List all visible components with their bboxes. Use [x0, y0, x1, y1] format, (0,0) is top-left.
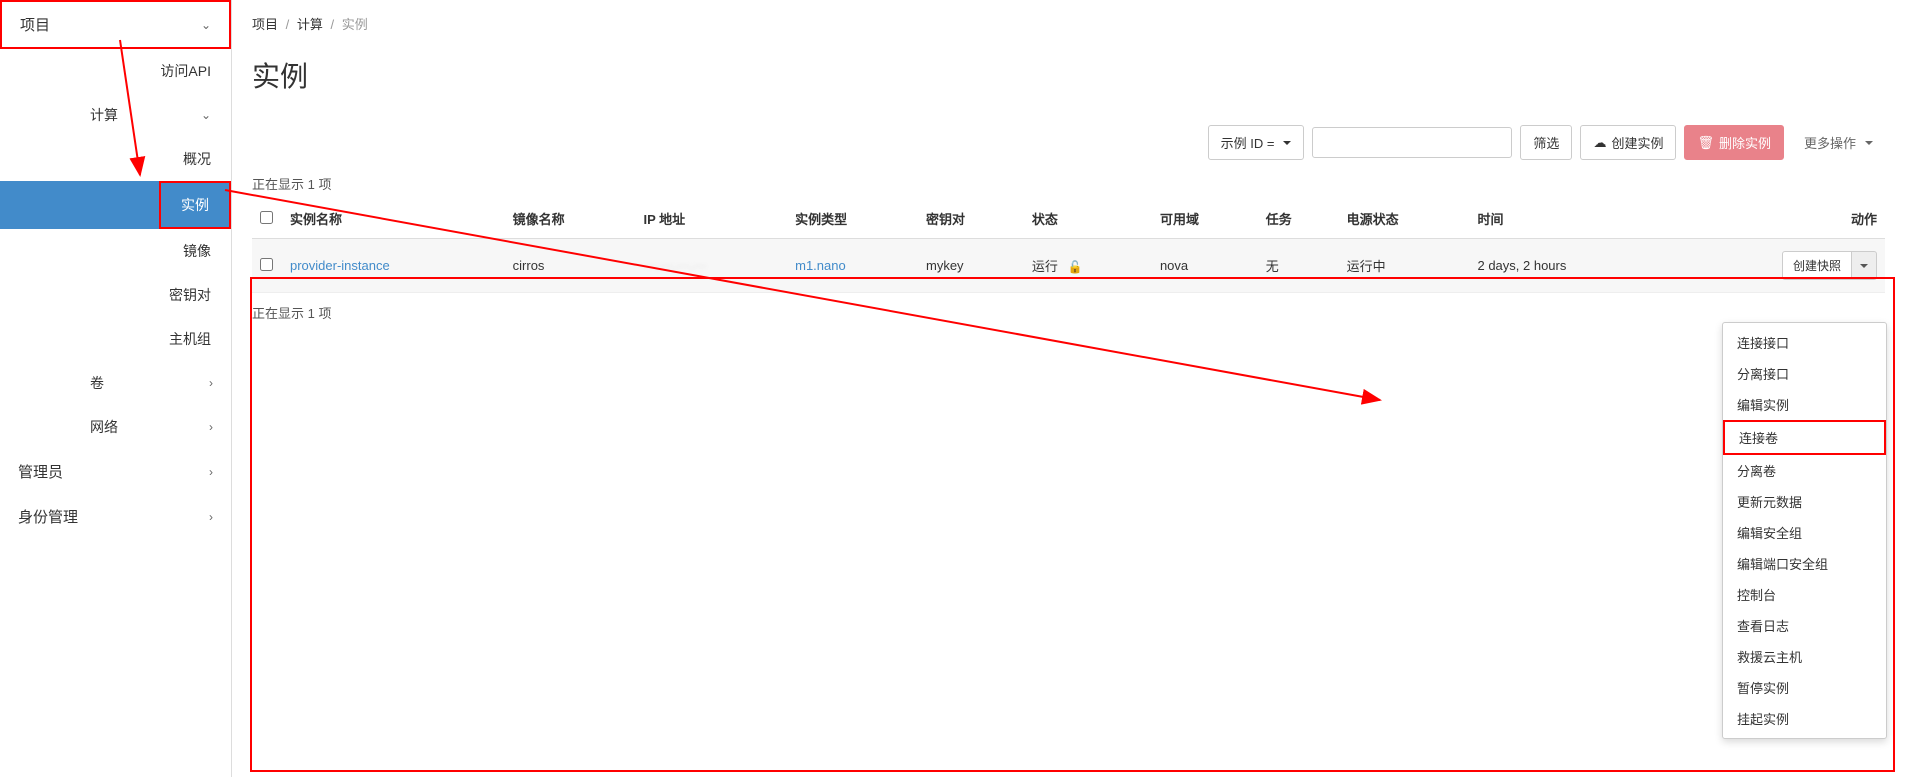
- cell-zone: nova: [1152, 239, 1258, 293]
- dropdown-item[interactable]: 查看日志: [1723, 610, 1886, 641]
- sidebar-label: 镜像: [30, 241, 211, 261]
- more-actions-button[interactable]: 更多操作: [1792, 126, 1885, 159]
- breadcrumb-compute[interactable]: 计算: [297, 17, 323, 32]
- action-dropdown-toggle[interactable]: [1852, 251, 1877, 280]
- col-flavor[interactable]: 实例类型: [787, 199, 918, 239]
- dropdown-item[interactable]: 分离卷: [1723, 455, 1886, 486]
- row-checkbox[interactable]: [260, 258, 273, 271]
- cell-ip: ···.···.···.···: [644, 258, 707, 273]
- col-time[interactable]: 时间: [1469, 199, 1671, 239]
- sidebar-label: 实例: [181, 197, 209, 213]
- select-all-checkbox[interactable]: [260, 211, 273, 224]
- sidebar-item-hostgroups[interactable]: 主机组: [0, 317, 231, 361]
- sidebar-item-api[interactable]: 访问API: [0, 49, 231, 93]
- sidebar-item-overview[interactable]: 概况: [0, 137, 231, 181]
- chevron-right-icon: ›: [209, 465, 213, 479]
- action-dropdown-menu: 连接接口分离接口编辑实例连接卷分离卷更新元数据编辑安全组编辑端口安全组控制台查看…: [1722, 322, 1887, 739]
- main-content: 项目 / 计算 / 实例 实例 示例 ID = 筛选 ☁ 创建实例 🗑 删除实例…: [232, 0, 1905, 777]
- cloud-upload-icon: ☁: [1593, 135, 1606, 151]
- chevron-right-icon: ›: [209, 420, 213, 434]
- chevron-down-icon: ⌄: [201, 18, 211, 32]
- trash-icon: 🗑: [1697, 135, 1714, 151]
- cell-status: 运行 🔓: [1024, 239, 1152, 293]
- action-button-group: 创建快照: [1782, 251, 1877, 280]
- breadcrumb-current: 实例: [342, 17, 368, 32]
- sidebar: 项目 ⌄ 访问API 计算 ⌄ 概况 实例 镜像 密钥对 主机组 卷: [0, 0, 232, 777]
- cell-task: 无: [1258, 239, 1339, 293]
- delete-instance-button[interactable]: 🗑 删除实例: [1684, 125, 1784, 160]
- cell-image: cirros: [505, 239, 636, 293]
- breadcrumb: 项目 / 计算 / 实例: [252, 0, 1885, 47]
- dropdown-item[interactable]: 编辑端口安全组: [1723, 548, 1886, 579]
- instance-name-link[interactable]: provider-instance: [290, 258, 390, 273]
- cell-keypair: mykey: [918, 239, 1024, 293]
- sidebar-item-keypairs[interactable]: 密钥对: [0, 273, 231, 317]
- dropdown-item[interactable]: 控制台: [1723, 579, 1886, 610]
- filter-type-button[interactable]: 示例 ID =: [1208, 125, 1305, 160]
- dropdown-item[interactable]: 暂停实例: [1723, 672, 1886, 703]
- showing-count-bottom: 正在显示 1 项: [252, 303, 1885, 322]
- col-status[interactable]: 状态: [1024, 199, 1152, 239]
- flavor-link[interactable]: m1.nano: [795, 258, 846, 273]
- col-keypair[interactable]: 密钥对: [918, 199, 1024, 239]
- dropdown-item[interactable]: 编辑安全组: [1723, 517, 1886, 548]
- dropdown-item[interactable]: 挂起实例: [1723, 703, 1886, 734]
- sidebar-item-instances[interactable]: 实例: [0, 181, 231, 229]
- sidebar-item-images[interactable]: 镜像: [0, 229, 231, 273]
- col-power[interactable]: 电源状态: [1339, 199, 1470, 239]
- sidebar-label: 主机组: [30, 329, 211, 349]
- cell-power: 运行中: [1339, 239, 1470, 293]
- sidebar-label: 计算: [90, 105, 118, 125]
- toolbar: 示例 ID = 筛选 ☁ 创建实例 🗑 删除实例 更多操作: [252, 125, 1885, 160]
- col-image[interactable]: 镜像名称: [505, 199, 636, 239]
- dropdown-item[interactable]: 救援云主机: [1723, 641, 1886, 672]
- create-snapshot-button[interactable]: 创建快照: [1782, 251, 1852, 280]
- sidebar-label: 网络: [90, 417, 118, 437]
- sidebar-item-admin[interactable]: 管理员 ›: [0, 449, 231, 494]
- sidebar-label: 身份管理: [18, 506, 78, 527]
- table-row: provider-instance cirros ···.···.···.···…: [252, 239, 1885, 293]
- sidebar-label: 卷: [90, 373, 104, 393]
- create-instance-button[interactable]: ☁ 创建实例: [1580, 125, 1676, 160]
- sidebar-item-compute[interactable]: 计算 ⌄: [0, 93, 231, 137]
- showing-count-top: 正在显示 1 项: [252, 174, 1885, 193]
- dropdown-item[interactable]: 连接卷: [1723, 420, 1886, 455]
- col-zone[interactable]: 可用域: [1152, 199, 1258, 239]
- sidebar-label: 概况: [30, 149, 211, 169]
- col-ip[interactable]: IP 地址: [636, 199, 788, 239]
- dropdown-item[interactable]: 更新元数据: [1723, 486, 1886, 517]
- dropdown-item[interactable]: 编辑实例: [1723, 389, 1886, 420]
- sidebar-label: 访问API: [30, 61, 211, 81]
- cell-time: 2 days, 2 hours: [1469, 239, 1671, 293]
- sidebar-label: 项目: [20, 14, 50, 35]
- sidebar-item-volumes[interactable]: 卷 ›: [0, 361, 231, 405]
- sidebar-label: 密钥对: [30, 285, 211, 305]
- instances-table: 实例名称 镜像名称 IP 地址 实例类型 密钥对 状态 可用域 任务 电源状态 …: [252, 199, 1885, 293]
- col-task[interactable]: 任务: [1258, 199, 1339, 239]
- search-input[interactable]: [1312, 127, 1512, 158]
- page-title: 实例: [252, 55, 1885, 95]
- sidebar-item-identity[interactable]: 身份管理 ›: [0, 494, 231, 539]
- sidebar-label: 管理员: [18, 461, 63, 482]
- breadcrumb-project[interactable]: 项目: [252, 17, 278, 32]
- chevron-right-icon: ›: [209, 376, 213, 390]
- chevron-right-icon: ›: [209, 510, 213, 524]
- dropdown-item[interactable]: 连接接口: [1723, 327, 1886, 358]
- col-name[interactable]: 实例名称: [282, 199, 505, 239]
- unlock-icon: 🔓: [1067, 260, 1082, 274]
- filter-button[interactable]: 筛选: [1520, 125, 1572, 160]
- sidebar-item-project[interactable]: 项目 ⌄: [0, 0, 231, 49]
- col-action: 动作: [1671, 199, 1885, 239]
- dropdown-item[interactable]: 分离接口: [1723, 358, 1886, 389]
- chevron-down-icon: ⌄: [201, 108, 211, 122]
- sidebar-item-network[interactable]: 网络 ›: [0, 405, 231, 449]
